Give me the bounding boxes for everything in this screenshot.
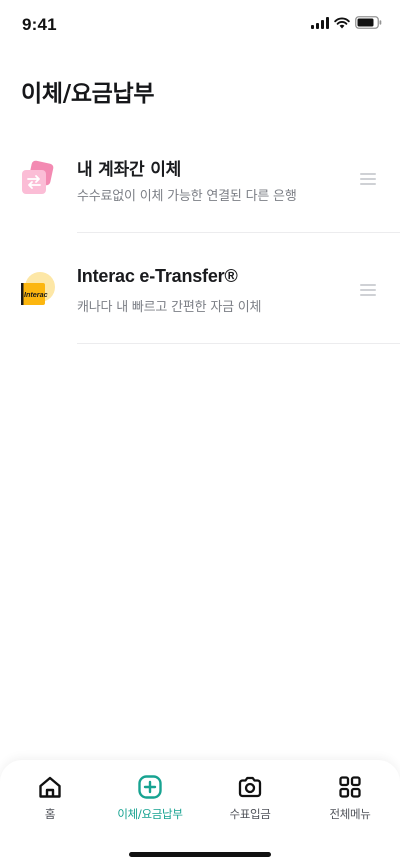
bottom-nav: 홈 이체/요금납부 수표입금 전체메뉴 <box>0 760 400 866</box>
nav-item-all-menu[interactable]: 전체메뉴 <box>300 774 400 830</box>
menu-item-interac-etransfer[interactable]: Interac Interac e-Transfer® 캐나다 내 빠르고 간편… <box>0 233 400 344</box>
nav-item-transfer[interactable]: 이체/요금납부 <box>100 774 200 830</box>
item-subtitle: 캐나다 내 빠르고 간편한 자금 이체 <box>77 300 262 315</box>
interac-logo-text: Interac <box>24 290 48 299</box>
wifi-icon <box>334 17 350 28</box>
battery-icon <box>355 16 382 29</box>
nav-item-home[interactable]: 홈 <box>0 774 100 830</box>
home-indicator[interactable] <box>129 852 271 857</box>
page-title: 이체/요금납부 <box>21 81 155 107</box>
status-time: 9:41 <box>22 15 57 34</box>
item-title: Interac e-Transfer® <box>77 266 238 286</box>
home-icon <box>39 776 61 798</box>
nav-label: 전체메뉴 <box>329 807 371 821</box>
divider <box>77 343 400 344</box>
transfer-plus-icon <box>138 775 162 799</box>
interac-logo-icon: Interac <box>21 272 55 305</box>
nav-item-cheque-deposit[interactable]: 수표입금 <box>200 774 300 830</box>
cellular-signal-icon <box>311 16 329 29</box>
nav-label: 이체/요금납부 <box>117 807 183 821</box>
item-subtitle: 수수료없이 이체 가능한 연결된 다른 은행 <box>77 189 297 204</box>
status-icons <box>311 16 382 29</box>
account-transfer-icon <box>22 160 54 194</box>
nav-label: 홈 <box>44 807 56 821</box>
drag-handle-icon[interactable] <box>360 284 376 296</box>
nav-label: 수표입금 <box>229 807 271 821</box>
grid-menu-icon <box>339 776 361 798</box>
drag-handle-icon[interactable] <box>360 173 376 185</box>
item-title: 내 계좌간 이체 <box>77 160 182 180</box>
transfer-menu-list: 내 계좌간 이체 수수료없이 이체 가능한 연결된 다른 은행 Interac … <box>0 122 400 344</box>
status-bar: 9:41 <box>0 0 400 50</box>
menu-item-account-transfer[interactable]: 내 계좌간 이체 수수료없이 이체 가능한 연결된 다른 은행 <box>0 122 400 233</box>
camera-icon <box>238 776 262 798</box>
